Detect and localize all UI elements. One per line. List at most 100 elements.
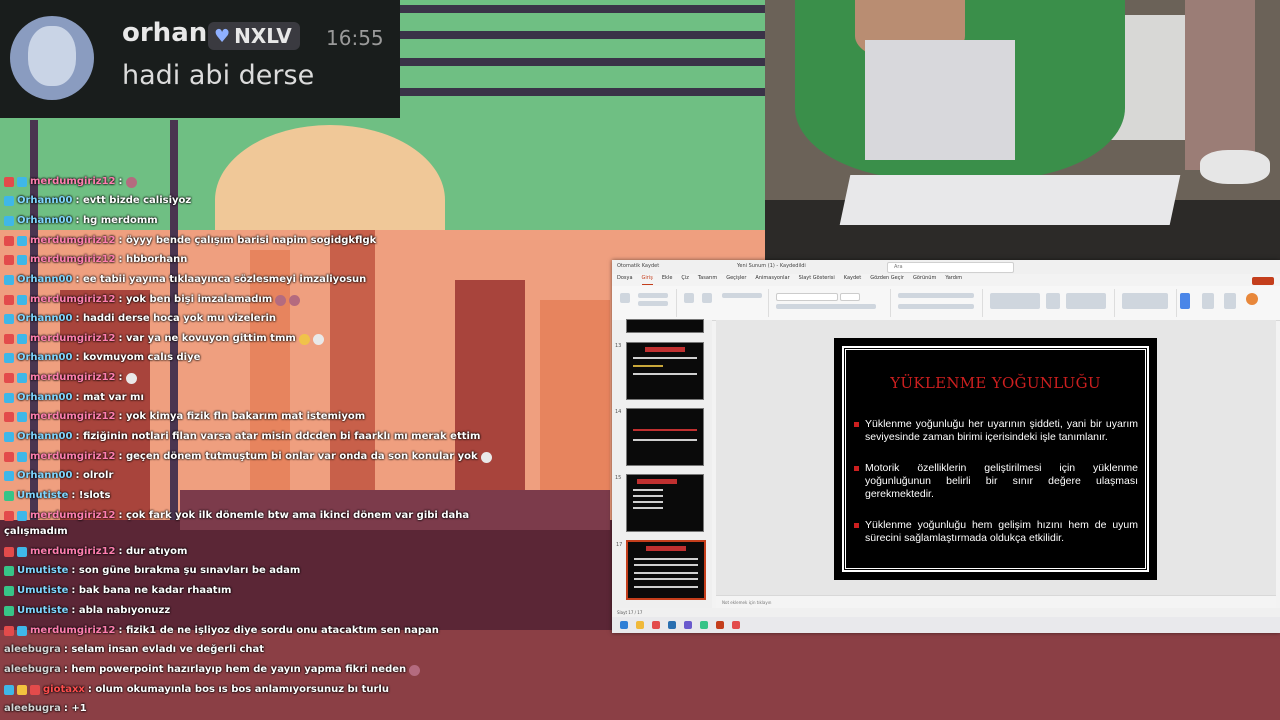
tab-view[interactable]: Görünüm bbox=[913, 275, 936, 285]
sky-stripe bbox=[400, 88, 765, 96]
tab-transitions[interactable]: Geçişler bbox=[726, 275, 746, 285]
chat-message: merdumgiriz12: yok kimya fizik fln bakar… bbox=[4, 410, 365, 424]
pixel-tower bbox=[455, 280, 525, 520]
dictate-icon[interactable] bbox=[1180, 293, 1190, 309]
tab-design[interactable]: Tasarım bbox=[698, 275, 717, 285]
find-replace-icon[interactable] bbox=[1122, 293, 1168, 309]
ribbon-toolbar bbox=[612, 286, 1280, 321]
steam-icon[interactable] bbox=[668, 621, 676, 629]
spotify-icon[interactable] bbox=[700, 621, 708, 629]
emote-icon bbox=[480, 451, 492, 463]
chat-message: aleebugra: selam insan evladı ve değerli… bbox=[4, 644, 265, 655]
emote-icon bbox=[125, 372, 137, 384]
bullet-marker bbox=[854, 422, 859, 427]
tab-slideshow[interactable]: Slayt Gösterisi bbox=[799, 275, 835, 285]
shapes-icon[interactable] bbox=[990, 293, 1040, 309]
layout-icon[interactable] bbox=[722, 293, 762, 298]
add-ins-icon[interactable] bbox=[1202, 293, 1214, 309]
start-icon[interactable] bbox=[620, 621, 628, 629]
tab-review[interactable]: Gözden Geçir bbox=[870, 275, 904, 285]
tab-home[interactable]: Giriş bbox=[641, 275, 653, 285]
slide-bullet[interactable]: Motorik özelliklerin geliştirilmesi için… bbox=[865, 462, 1138, 501]
chat-message: Orhann00: olrolr bbox=[4, 469, 113, 483]
webcam-feed bbox=[765, 0, 1280, 262]
drawing-group bbox=[984, 289, 1115, 317]
copy-icon[interactable] bbox=[638, 301, 668, 306]
chat-message: merdumgiriz12: çok fark yok ilk dönemle … bbox=[4, 509, 469, 523]
window-frame bbox=[170, 120, 178, 540]
windows-taskbar bbox=[612, 617, 1280, 633]
slide-title[interactable]: YÜKLENME YOĞUNLUĞU bbox=[834, 374, 1157, 392]
tab-file[interactable]: Dosya bbox=[617, 275, 633, 285]
chat-message: merdumgiriz12: yok ben bişi imzalamadım bbox=[4, 293, 301, 307]
slide-thumbnails-pane: 13 14 15 17 bbox=[612, 319, 712, 610]
search-input[interactable]: Ara bbox=[887, 262, 1014, 273]
reuse-slides-icon[interactable] bbox=[702, 293, 712, 303]
slide-thumbnail[interactable]: 14 bbox=[615, 408, 704, 466]
tab-animations[interactable]: Animasyonlar bbox=[755, 275, 789, 285]
speaker-notes-pane[interactable]: Not eklemek için tıklayın bbox=[716, 595, 1276, 609]
bullet-marker bbox=[854, 523, 859, 528]
tab-draw[interactable]: Çiz bbox=[681, 275, 689, 285]
cut-icon[interactable] bbox=[638, 293, 668, 298]
slide-thumbnail[interactable]: 15 bbox=[615, 474, 704, 532]
arrange-icon[interactable] bbox=[1046, 293, 1060, 309]
emote-icon bbox=[409, 664, 421, 676]
align-buttons[interactable] bbox=[898, 304, 974, 309]
tab-insert[interactable]: Ekle bbox=[662, 275, 673, 285]
chat-message: Orhann00: mat var mı bbox=[4, 391, 144, 405]
tab-help[interactable]: Yardım bbox=[945, 275, 962, 285]
chat-message: Umutiste: son güne bırakma şu sınavları … bbox=[4, 564, 300, 578]
list-buttons[interactable] bbox=[898, 293, 974, 298]
chat-message: Orhann00: fiziğinin notlari filan varsa … bbox=[4, 430, 480, 444]
emote-icon bbox=[125, 176, 137, 188]
document-title: Yeni Sunum (1) - Kaydedildi bbox=[737, 263, 806, 269]
chat-message: Orhann00: ee tabii yayına tıklaayınca sö… bbox=[4, 273, 366, 287]
font-name-select[interactable] bbox=[776, 293, 838, 301]
powerpoint-window: Otomatik Kaydet Yeni Sunum (1) - Kaydedi… bbox=[612, 260, 1280, 633]
bullet-marker bbox=[854, 466, 859, 471]
chat-message: aleebugra: +1 bbox=[4, 703, 87, 714]
editing-group bbox=[1116, 289, 1177, 317]
share-button[interactable] bbox=[1252, 277, 1274, 285]
slide-counter: Slayt 17 / 17 bbox=[617, 610, 643, 615]
discord-icon[interactable] bbox=[684, 621, 692, 629]
highlight-badge: ♥ NXLV bbox=[208, 22, 300, 50]
quick-styles-icon[interactable] bbox=[1066, 293, 1106, 309]
tab-record[interactable]: Kaydet bbox=[844, 275, 861, 285]
slide-thumbnail[interactable] bbox=[626, 319, 704, 333]
file-explorer-icon[interactable] bbox=[636, 621, 644, 629]
copilot-icon[interactable] bbox=[1246, 293, 1258, 305]
clipboard-group bbox=[614, 289, 677, 317]
chat-message: merdumgiriz12: var ya ne kovuyon gittim … bbox=[4, 332, 324, 346]
font-group bbox=[770, 289, 891, 317]
slide-bullet[interactable]: Yüklenme yoğunluğu hem gelişim hızını he… bbox=[865, 519, 1138, 545]
obs-icon[interactable] bbox=[732, 621, 740, 629]
designer-icon[interactable] bbox=[1224, 293, 1236, 309]
chat-message: Orhann00: haddi derse hoca yok mu vizele… bbox=[4, 312, 276, 326]
powerpoint-icon[interactable] bbox=[716, 621, 724, 629]
paste-icon[interactable] bbox=[620, 293, 630, 303]
font-style-buttons[interactable] bbox=[776, 304, 876, 309]
chat-message: Umutiste: !slots bbox=[4, 489, 110, 503]
chat-message: merdumgiriz12: dur atıyom bbox=[4, 545, 187, 559]
new-slide-icon[interactable] bbox=[684, 293, 694, 303]
pixel-tower bbox=[540, 300, 610, 520]
autosave-label[interactable]: Otomatik Kaydet bbox=[617, 263, 659, 269]
brave-icon[interactable] bbox=[652, 621, 660, 629]
chat-message: aleebugra: hem powerpoint hazırlayıp hem… bbox=[4, 663, 421, 677]
emote-icon bbox=[312, 333, 324, 345]
emote-icon bbox=[275, 294, 287, 306]
chat-message: merdumgiriz12: bbox=[4, 175, 137, 189]
slide-bullet[interactable]: Yüklenme yoğunluğu her uyarının şiddeti,… bbox=[865, 418, 1138, 444]
highlight-time: 16:55 bbox=[326, 26, 384, 50]
slide-thumbnail-selected[interactable]: 17 bbox=[616, 540, 706, 600]
title-bar: Otomatik Kaydet Yeni Sunum (1) - Kaydedi… bbox=[612, 260, 1280, 274]
current-slide[interactable]: YÜKLENME YOĞUNLUĞU Yüklenme yoğunluğu he… bbox=[834, 338, 1157, 580]
chat-message: merdumgiriz12: geçen dönem tutmuştum bi … bbox=[4, 450, 492, 464]
slide-thumbnail[interactable]: 13 bbox=[615, 342, 704, 400]
paragraph-group bbox=[892, 289, 983, 317]
chat-message: Orhann00: hg merdomm bbox=[4, 214, 158, 228]
sky-stripe bbox=[400, 31, 765, 39]
font-size-select[interactable] bbox=[840, 293, 860, 301]
